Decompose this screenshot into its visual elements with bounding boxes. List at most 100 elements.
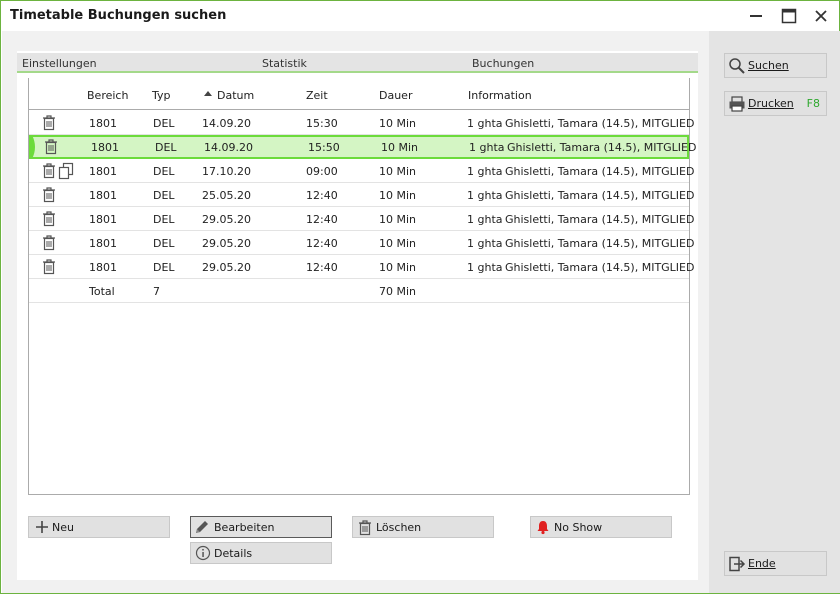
cell-info: Ghisletti, Tamara (14.5), MITGLIED — [507, 141, 697, 154]
total-dauer: 70 Min — [379, 285, 417, 298]
cell-info: Ghisletti, Tamara (14.5), MITGLIED — [505, 261, 695, 274]
selection-marker — [29, 135, 38, 159]
details-button-label: Details — [214, 547, 253, 560]
cell-info: Ghisletti, Tamara (14.5), MITGLIED — [505, 237, 695, 250]
cell-dauer: 10 Min — [379, 189, 417, 202]
cell-zeit: 15:30 — [306, 117, 338, 130]
cell-zeit: 12:40 — [306, 261, 338, 274]
sidebar: Suchen Drucken F8 Ende — [709, 31, 840, 593]
tab-statistik[interactable]: Statistik — [262, 57, 307, 70]
column-header-bereich[interactable]: Bereich — [87, 89, 128, 102]
plus-icon — [34, 519, 50, 538]
cell-datum: 29.05.20 — [202, 237, 251, 250]
cell-info: Ghisletti, Tamara (14.5), MITGLIED — [505, 189, 695, 202]
drucken-button[interactable]: Drucken F8 — [724, 91, 827, 116]
cell-anzahl: 1 ghta — [467, 189, 503, 202]
cell-bereich: 1801 — [89, 237, 117, 250]
cell-dauer: 10 Min — [379, 165, 417, 178]
column-header-dauer[interactable]: Dauer — [379, 89, 412, 102]
content-area: Einstellungen Statistik Buchungen Bereic… — [2, 31, 840, 593]
window-title: Timetable Buchungen suchen — [10, 8, 227, 23]
trash-icon[interactable] — [43, 138, 59, 159]
cell-anzahl: 1 ghta — [467, 261, 503, 274]
ende-button-label: Ende — [748, 557, 776, 570]
cell-info: Ghisletti, Tamara (14.5), MITGLIED — [505, 213, 695, 226]
cell-zeit: 12:40 — [306, 189, 338, 202]
total-count: 7 — [153, 285, 160, 298]
cell-bereich: 1801 — [89, 261, 117, 274]
cell-typ: DEL — [153, 237, 175, 250]
exit-icon — [728, 555, 746, 576]
cell-zeit: 15:50 — [308, 141, 340, 154]
table-row[interactable]: 1801 DEL 25.05.20 12:40 10 Min 1 ghta Ghislett… — [29, 183, 694, 207]
cell-dauer: 10 Min — [379, 213, 417, 226]
no-show-button[interactable]: No Show — [530, 516, 672, 538]
bell-icon — [535, 519, 551, 538]
cell-anzahl: 1 ghta — [467, 237, 503, 250]
app-window: Timetable Buchungen suchen Einstellungen… — [0, 0, 840, 594]
trash-icon[interactable] — [41, 210, 57, 231]
cell-zeit: 12:40 — [306, 213, 338, 226]
bookings-table: Bereich Typ Datum Zeit Dauer Information… — [28, 78, 696, 495]
minimize-button[interactable] — [743, 5, 769, 27]
cell-typ: DEL — [153, 189, 175, 202]
neu-button-label: Neu — [52, 521, 74, 534]
cell-anzahl: 1 ghta — [467, 165, 503, 178]
bearbeiten-button[interactable]: Bearbeiten — [190, 516, 332, 538]
table-row[interactable]: 1801 DEL 14.09.20 15:30 10 Min 1 ghta Ghislett… — [29, 111, 694, 135]
column-header-datum[interactable]: Datum — [217, 89, 254, 102]
close-icon — [815, 10, 827, 22]
cell-dauer: 10 Min — [379, 237, 417, 250]
details-button[interactable]: Details — [190, 542, 332, 564]
maximize-button[interactable] — [776, 5, 802, 27]
trash-icon[interactable] — [41, 114, 57, 135]
column-header-typ[interactable]: Typ — [152, 89, 171, 102]
trash-icon[interactable] — [41, 186, 57, 207]
cell-datum: 29.05.20 — [202, 213, 251, 226]
neu-button[interactable]: Neu — [28, 516, 170, 538]
table-row[interactable]: 1801 DEL 29.05.20 12:40 10 Min 1 ghta Ghislett… — [29, 207, 694, 231]
tab-strip: Einstellungen Statistik Buchungen — [17, 53, 698, 73]
loeschen-button[interactable]: Löschen — [352, 516, 494, 538]
loeschen-button-label: Löschen — [376, 521, 422, 534]
trash-icon[interactable] — [41, 234, 57, 255]
cell-typ: DEL — [155, 141, 177, 154]
cell-bereich: 1801 — [89, 165, 117, 178]
trash-icon[interactable] — [41, 258, 57, 279]
total-label: Total — [89, 285, 115, 298]
tab-einstellungen[interactable]: Einstellungen — [22, 57, 97, 70]
cell-anzahl: 1 ghta — [469, 141, 505, 154]
suchen-button[interactable]: Suchen — [724, 53, 827, 78]
cell-typ: DEL — [153, 117, 175, 130]
ende-button[interactable]: Ende — [724, 551, 827, 576]
cell-info: Ghisletti, Tamara (14.5), MITGLIED — [505, 117, 695, 130]
cell-bereich: 1801 — [89, 213, 117, 226]
search-icon — [728, 57, 746, 78]
printer-icon — [728, 95, 746, 116]
minimize-icon — [750, 15, 762, 17]
table-row[interactable]: 1801 DEL 29.05.20 12:40 10 Min 1 ghta Ghislett… — [29, 231, 694, 255]
cell-anzahl: 1 ghta — [467, 117, 503, 130]
table-header: Bereich Typ Datum Zeit Dauer Information — [29, 78, 689, 110]
table-row[interactable]: 1801 DEL 17.10.20 09:00 10 Min 1 ghta Ghislett… — [29, 159, 694, 183]
tab-buchungen[interactable]: Buchungen — [472, 57, 534, 70]
cell-datum: 25.05.20 — [202, 189, 251, 202]
no-show-button-label: No Show — [554, 521, 603, 534]
title-bar: Timetable Buchungen suchen — [1, 1, 839, 31]
table-row[interactable]: 1801 DEL 29.05.20 12:40 10 Min 1 ghta Ghislett… — [29, 255, 694, 279]
maximize-icon — [781, 8, 797, 24]
cell-dauer: 10 Min — [381, 141, 419, 154]
pencil-icon — [194, 519, 210, 538]
cell-typ: DEL — [153, 261, 175, 274]
table-row-selected[interactable]: 1801 DEL 14.09.20 15:50 10 Min 1 ghta Ghislett… — [29, 135, 696, 159]
cell-bereich: 1801 — [89, 117, 117, 130]
bearbeiten-button-label: Bearbeiten — [214, 521, 275, 534]
trash-icon[interactable] — [41, 162, 57, 183]
copy-icon[interactable] — [58, 162, 74, 183]
column-header-zeit[interactable]: Zeit — [306, 89, 328, 102]
cell-dauer: 10 Min — [379, 117, 417, 130]
cell-datum: 29.05.20 — [202, 261, 251, 274]
cell-typ: DEL — [153, 213, 175, 226]
close-window-button[interactable] — [808, 5, 834, 27]
column-header-information[interactable]: Information — [468, 89, 532, 102]
